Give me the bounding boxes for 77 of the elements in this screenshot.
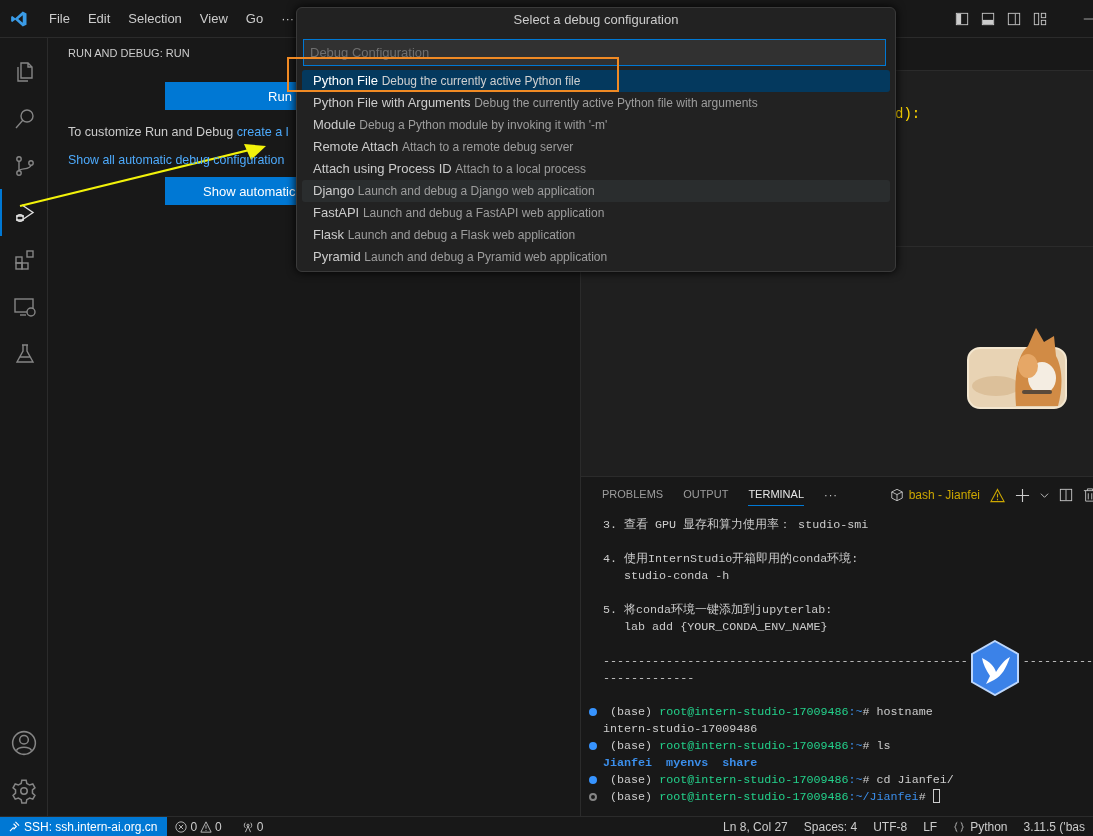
prompt-line: (base) root@intern-studio-17009486:~# hostname: [610, 705, 933, 719]
terminal-line: ----------: [1022, 653, 1093, 670]
terminal-line: studio-conda -h: [623, 569, 730, 583]
trash-icon[interactable]: [1083, 488, 1093, 502]
split-terminal-icon[interactable]: [1059, 488, 1073, 502]
code-text: d):: [895, 106, 921, 122]
language-label: Python: [970, 819, 1008, 834]
warning-count: 0: [215, 819, 222, 834]
terminal-line: -------------: [603, 671, 695, 685]
panel-tab[interactable]: TERMINAL: [748, 484, 804, 506]
configuration-option[interactable]: Django Launch and debug a Django web application: [302, 180, 890, 202]
terminal-line: 3. 查看 GPU 显存和算力使用率： studio-smi: [603, 518, 869, 532]
ports-indicator[interactable]: 0: [241, 819, 264, 834]
terminal-line: 4. 使用InternStudio开箱即用的conda环境:: [603, 552, 859, 566]
problems-indicator[interactable]: 0 0: [175, 819, 222, 834]
menu-item[interactable]: Edit: [78, 11, 120, 26]
toggle-sidebar-icon[interactable]: [955, 11, 969, 26]
command-status-dot[interactable]: [589, 793, 597, 801]
panel-tab[interactable]: OUTPUT: [683, 484, 729, 506]
customize-text: To customize Run and Debug create a l: [68, 125, 289, 139]
toggle-panel-icon[interactable]: [981, 11, 995, 26]
configuration-option[interactable]: FastAPI Launch and debug a FastAPI web application: [302, 202, 890, 224]
show-configurations-link[interactable]: Show all automatic debug configuration: [68, 153, 285, 167]
prompt-line: (base) root@intern-studio-17009486:~# cd Jianfei/: [610, 773, 954, 787]
create-launch-link[interactable]: create a l: [236, 125, 289, 139]
terminal-line: ----------------------------------------------------: [603, 653, 968, 670]
configuration-option[interactable]: Remote Attach Attach to a remote debug server: [302, 136, 890, 158]
antenna-icon: [241, 820, 254, 833]
account-icon[interactable]: [10, 730, 37, 756]
remote-indicator[interactable]: SSH: ssh.intern-ai.org.cn: [0, 817, 168, 836]
cursor: [932, 789, 940, 803]
customize-layout-icon[interactable]: [1033, 11, 1047, 26]
configuration-option[interactable]: Module Debug a Python module by invoking it with '-m': [302, 114, 890, 136]
prompt-line: (base) root@intern-studio-17009486:~# ls: [610, 739, 891, 753]
braces-icon: [953, 820, 966, 833]
status-item[interactable]: Spaces: 4: [803, 819, 858, 834]
menu-item[interactable]: Go: [236, 11, 273, 26]
search-field[interactable]: Debug Configuration: [303, 39, 886, 66]
warning-icon: [990, 487, 1005, 503]
bird-icon: [970, 640, 1020, 696]
terminal-line: Jianfei myenvs share: [603, 756, 758, 770]
new-terminal-icon[interactable]: [1015, 487, 1030, 503]
sidebar-title: RUN AND DEBUG: RUN: [68, 47, 190, 59]
chevron-down-icon[interactable]: [1040, 490, 1049, 500]
configuration-option[interactable]: Python File Debug the currently active Python file: [302, 70, 890, 92]
status-item[interactable]: 3.11.5 ('bas: [1023, 819, 1085, 834]
configuration-option[interactable]: Pyramid Launch and debug a Pyramid web application: [302, 246, 890, 268]
menu-item[interactable]: View: [190, 11, 237, 26]
remote-icon: [9, 821, 20, 832]
cube-icon: [889, 488, 904, 502]
terminal-line: intern-studio-17009486: [603, 722, 758, 736]
menu-item[interactable]: Selection: [119, 11, 191, 26]
app-logo-icon: [10, 9, 28, 28]
ports-count: 0: [256, 819, 264, 834]
configuration-option[interactable]: Attach using Process ID Attach to a local process: [302, 158, 890, 180]
prompt-line: (base) root@intern-studio-17009486:~/Jianfei#: [610, 790, 927, 804]
command-status-dot[interactable]: [589, 742, 597, 750]
more-actions[interactable]: ···: [824, 489, 838, 501]
toggle-secondary-sidebar-icon[interactable]: [1007, 11, 1021, 26]
dialog-title: Select a debug configuration: [512, 11, 680, 29]
menu-item[interactable]: File: [40, 11, 79, 26]
status-item[interactable]: UTF-8: [873, 819, 908, 834]
command-status-dot[interactable]: [589, 708, 597, 716]
error-icon: [175, 820, 188, 833]
panel-tab[interactable]: PROBLEMS: [602, 484, 664, 506]
command-status-dot[interactable]: [589, 776, 597, 784]
error-count: 0: [190, 819, 198, 834]
language-indicator[interactable]: Python: [953, 819, 1008, 834]
warning-icon: [200, 820, 213, 833]
settings-icon[interactable]: [10, 778, 37, 804]
terminal-line: 5. 将conda环境一键添加到jupyterlab:: [603, 603, 833, 617]
terminal-line: lab add {YOUR_CONDA_ENV_NAME}: [623, 620, 828, 634]
status-item[interactable]: LF: [923, 819, 938, 834]
terminal-name[interactable]: bash - Jianfei: [908, 488, 980, 502]
configuration-option[interactable]: Flask Launch and debug a Flask web application: [302, 224, 890, 246]
remote-label: SSH: ssh.intern-ai.org.cn: [24, 819, 158, 834]
status-item[interactable]: Ln 8, Col 27: [723, 819, 788, 834]
